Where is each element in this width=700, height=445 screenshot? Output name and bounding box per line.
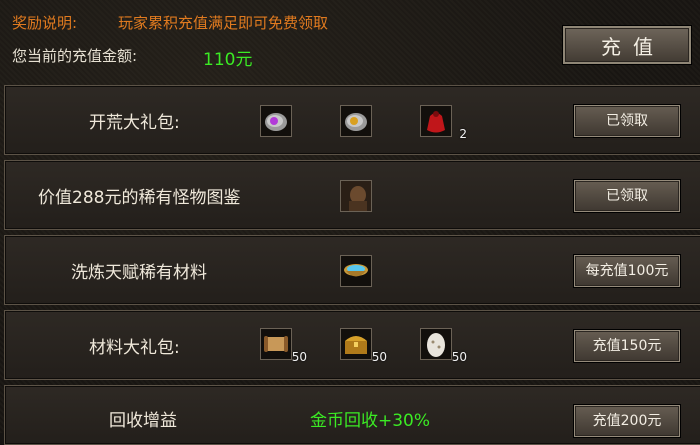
recharge-button[interactable]: 充值 xyxy=(563,26,691,64)
scroll-icon[interactable]: 50 xyxy=(260,328,307,364)
reward-row-material-pack: 材料大礼包: 50 50 50 充值150元 xyxy=(4,310,700,380)
claimed-button[interactable]: 已领取 xyxy=(574,105,680,137)
recharge-amount-label: 您当前的充值金额: xyxy=(12,47,138,65)
egg-icon[interactable]: 50 xyxy=(420,328,467,364)
reward-row-title: 回收增益 xyxy=(109,411,177,431)
item-quantity: 2 xyxy=(459,127,467,141)
reward-row-title: 材料大礼包: xyxy=(89,338,180,358)
recharge-200-button[interactable]: 充值200元 xyxy=(574,405,680,437)
recycle-bonus-text: 金币回收+30% xyxy=(310,411,431,431)
reward-row-title: 开荒大礼包: xyxy=(89,113,180,133)
treasure-chest-icon[interactable]: 50 xyxy=(340,328,387,364)
crystal-bowl-icon[interactable] xyxy=(340,255,372,287)
reward-row-talent-material: 洗炼天赋稀有材料 每充值100元 xyxy=(4,235,700,305)
purple-rune-stone-icon[interactable] xyxy=(260,105,292,137)
reward-row-title: 洗炼天赋稀有材料 xyxy=(71,263,207,283)
claimed-button[interactable]: 已领取 xyxy=(574,180,680,212)
reward-row-starter-pack: 开荒大礼包: 2 已领取 xyxy=(4,85,700,155)
reward-row-title: 价值288元的稀有怪物图鉴 xyxy=(38,188,241,208)
panel-header: 奖励说明: 玩家累积充值满足即可免费领取 您当前的充值金额: 110元 充值 xyxy=(0,0,700,80)
recharge-amount-value: 110元 xyxy=(203,50,253,70)
item-quantity: 50 xyxy=(371,350,387,364)
red-potion-bag-icon[interactable]: 2 xyxy=(420,105,467,141)
item-quantity: 50 xyxy=(451,350,467,364)
reward-row-monster-codex: 价值288元的稀有怪物图鉴 已领取 xyxy=(4,160,700,230)
item-quantity: 50 xyxy=(291,350,307,364)
recharge-150-button[interactable]: 充值150元 xyxy=(574,330,680,362)
reward-description-text: 玩家累积充值满足即可免费领取 xyxy=(118,14,329,32)
gold-rune-stone-icon[interactable] xyxy=(340,105,372,137)
recharge-100-button[interactable]: 每充值100元 xyxy=(574,255,680,287)
reward-description-label: 奖励说明: xyxy=(12,14,78,32)
reward-panel: 奖励说明: 玩家累积充值满足即可免费领取 您当前的充值金额: 110元 充值 开… xyxy=(0,0,700,445)
monster-portrait-icon[interactable] xyxy=(340,180,372,212)
reward-row-recycle-bonus: 回收增益 金币回收+30% 充值200元 xyxy=(4,385,700,445)
